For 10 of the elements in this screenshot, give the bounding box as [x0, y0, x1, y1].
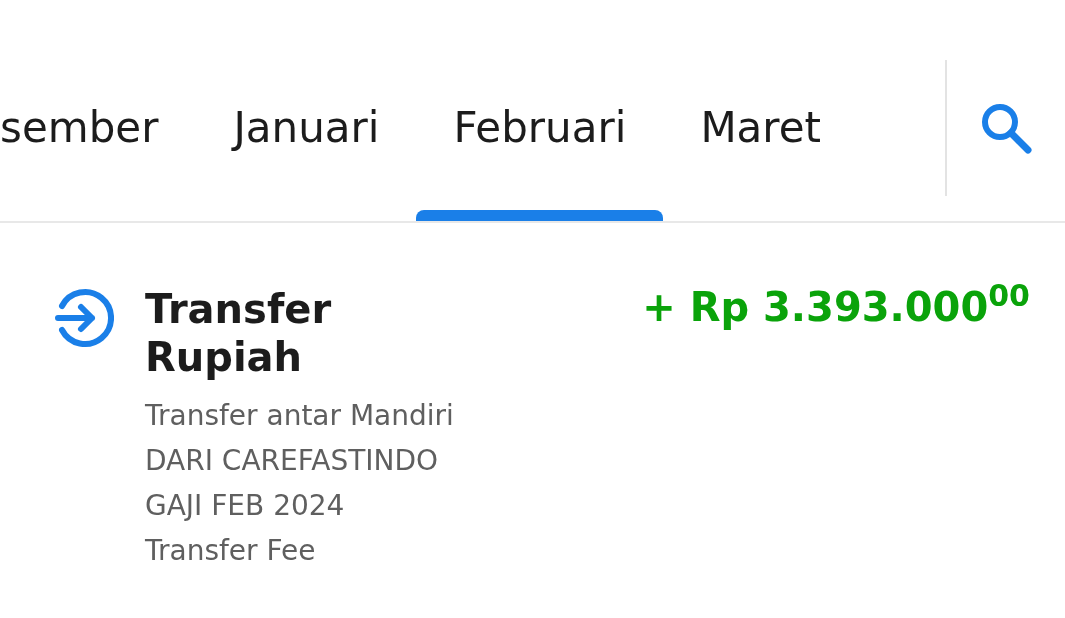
- transaction-detail: DARI CAREFASTINDO: [145, 443, 440, 479]
- month-tab[interactable]: Februari: [416, 0, 664, 221]
- month-tab[interactable]: Maret: [663, 0, 858, 221]
- transaction-detail: GAJI FEB 2024: [145, 488, 346, 524]
- transfer-in-icon: [52, 287, 114, 349]
- transaction-title: Transfer Rupiah: [145, 285, 333, 381]
- month-tab[interactable]: sember: [0, 0, 197, 221]
- month-tab[interactable]: Januari: [196, 0, 417, 221]
- transaction-detail: Transfer Fee: [145, 533, 317, 569]
- transaction-detail: Transfer antar Mandiri: [145, 398, 455, 434]
